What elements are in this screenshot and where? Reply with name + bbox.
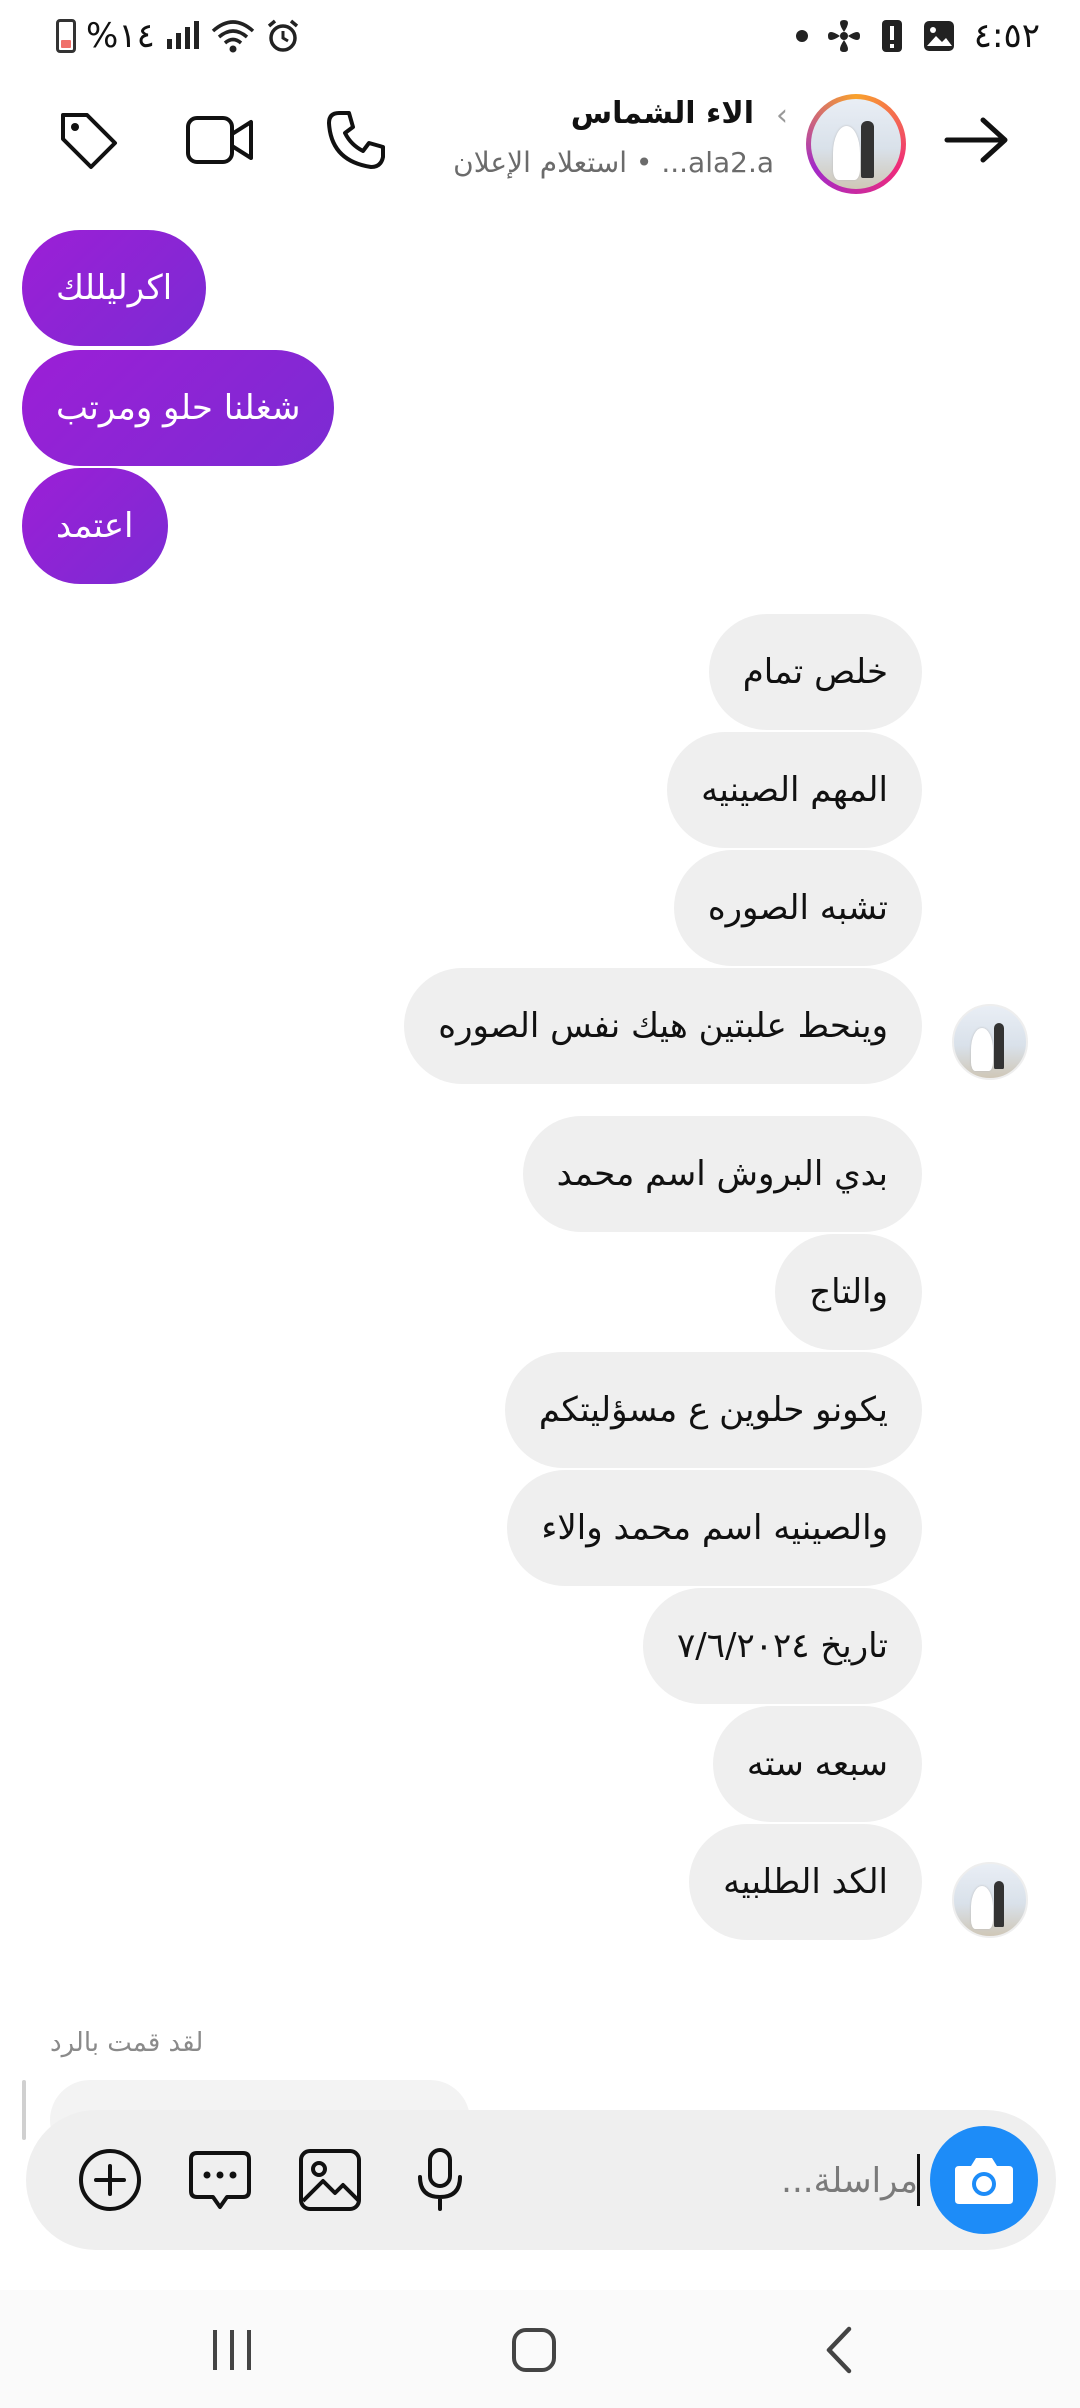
chevron-left-icon[interactable]: ‹ <box>776 98 788 133</box>
sender-avatar[interactable] <box>952 1004 1028 1080</box>
received-message[interactable]: وينحط علبتين هيك نفس الصوره <box>404 968 922 1084</box>
video-call-icon[interactable] <box>180 100 260 180</box>
status-bar: %١٤ ٤:٥٢ <box>0 0 1080 72</box>
sent-message[interactable]: اعتمد <box>22 468 168 584</box>
sent-message[interactable]: شغلنا حلو ومرتب <box>22 350 335 466</box>
notification-dot-icon <box>795 30 808 42</box>
text-caret <box>917 2154 920 2206</box>
received-message[interactable]: والتاج <box>775 1234 922 1350</box>
message-composer <box>26 2110 1056 2250</box>
contact-avatar[interactable] <box>806 94 906 194</box>
contact-name[interactable]: الاء الشماس <box>571 96 754 131</box>
message-input[interactable] <box>396 2150 920 2212</box>
message-options-icon[interactable] <box>180 2140 260 2220</box>
reply-bar <box>22 2080 26 2140</box>
received-message[interactable]: المهم الصينيه <box>667 732 922 848</box>
sent-message[interactable]: اكرليللك <box>22 230 207 346</box>
camera-icon <box>955 2158 1013 2204</box>
contact-subtitle: ala2.a... • استعلام الإعلان <box>453 146 774 179</box>
recent-apps-icon[interactable] <box>192 2320 272 2380</box>
received-message[interactable]: تشبه الصوره <box>673 850 922 966</box>
received-message[interactable]: بدي البروش اسم محمد <box>522 1116 922 1232</box>
tag-icon[interactable] <box>48 100 128 180</box>
back-arrow-icon[interactable] <box>936 100 1016 180</box>
back-icon[interactable] <box>798 2320 878 2380</box>
alert-icon <box>880 18 904 54</box>
phone-call-icon[interactable] <box>316 100 396 180</box>
home-icon[interactable] <box>494 2320 574 2380</box>
alarm-icon <box>265 18 301 54</box>
signal-icon <box>165 21 201 51</box>
status-right: ٤:٥٢ <box>795 14 1040 58</box>
received-message[interactable]: خلص تمام <box>708 614 922 730</box>
received-message[interactable]: تاريخ ٧/٦/٢٠٢٤ <box>643 1588 922 1704</box>
camera-button[interactable] <box>930 2126 1038 2234</box>
system-nav-bar <box>0 2290 1080 2408</box>
replied-label: لقد قمت بالرد <box>50 2028 204 2058</box>
sender-avatar[interactable] <box>952 1862 1028 1938</box>
wifi-icon <box>211 19 255 53</box>
clock: ٤:٥٢ <box>973 16 1040 56</box>
received-message[interactable]: والصينيه اسم محمد والاء <box>507 1470 922 1586</box>
gallery-icon <box>922 19 956 53</box>
received-message[interactable]: الكد الطلبيه <box>689 1824 922 1940</box>
chat-header: الاء الشماس ‹ ala2.a... • استعلام الإعلا… <box>0 80 1080 210</box>
add-icon[interactable] <box>70 2140 150 2220</box>
battery-icon <box>56 19 76 53</box>
received-message[interactable]: يكونو حلوين ع مسؤليتكم <box>504 1352 922 1468</box>
battery-percent: %١٤ <box>86 16 155 56</box>
fan-icon <box>826 18 862 54</box>
gallery-icon[interactable] <box>290 2140 370 2220</box>
status-left: %١٤ <box>56 14 301 58</box>
received-message[interactable]: سبعه سته <box>712 1706 922 1822</box>
